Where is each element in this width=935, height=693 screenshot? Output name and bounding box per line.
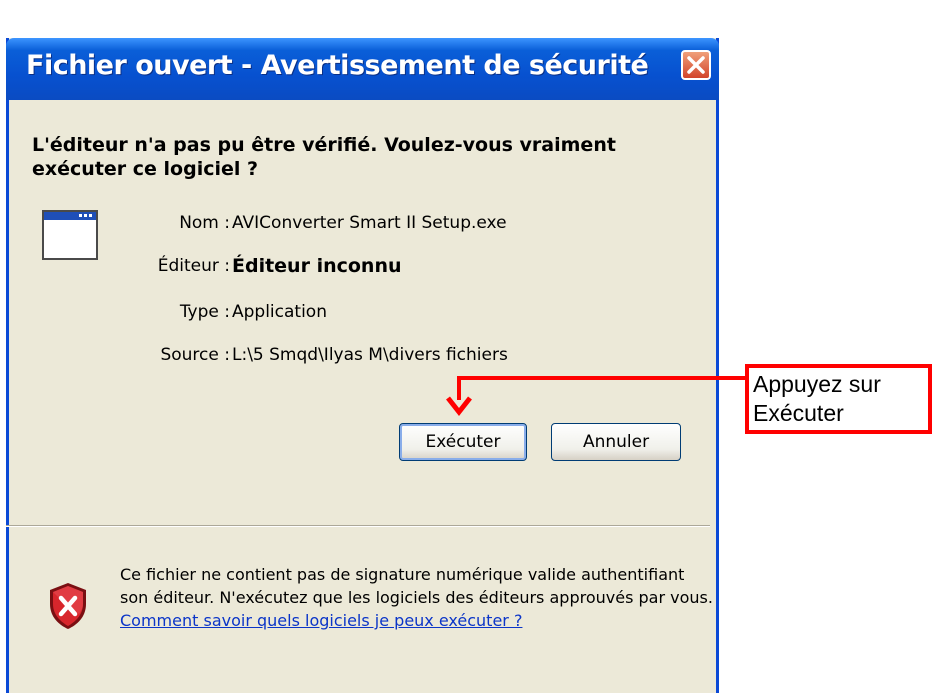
name-value: AVIConverter Smart II Setup.exe <box>232 213 507 233</box>
publisher-value: Éditeur inconnu <box>232 255 402 277</box>
title-bar[interactable]: Fichier ouvert - Avertissement de sécuri… <box>6 38 719 100</box>
source-label: Source : <box>160 345 230 365</box>
name-label: Nom : <box>179 213 230 233</box>
separator <box>6 525 710 527</box>
question-text: L'éditeur n'a pas pu être vérifié. Voule… <box>32 134 616 180</box>
instruction-callout: Appuyez sur Exécuter <box>745 364 932 434</box>
source-value: L:\5 Smqd\Ilyas M\divers fichiers <box>232 345 508 365</box>
window-title: Fichier ouvert - Avertissement de sécuri… <box>26 50 649 81</box>
publisher-label: Éditeur : <box>157 256 230 276</box>
type-label: Type : <box>179 302 230 322</box>
type-value: Application <box>232 302 327 322</box>
cancel-button[interactable]: Annuler <box>551 423 681 461</box>
help-link[interactable]: Comment savoir quels logiciels je peux e… <box>120 611 522 630</box>
warning-text: Ce fichier ne contient pas de signature … <box>120 565 713 607</box>
close-button[interactable] <box>681 50 711 80</box>
run-button[interactable]: Exécuter <box>399 423 527 461</box>
warning-message: Ce fichier ne contient pas de signature … <box>120 563 715 632</box>
close-icon <box>687 56 705 74</box>
shield-warning-icon <box>50 583 86 629</box>
